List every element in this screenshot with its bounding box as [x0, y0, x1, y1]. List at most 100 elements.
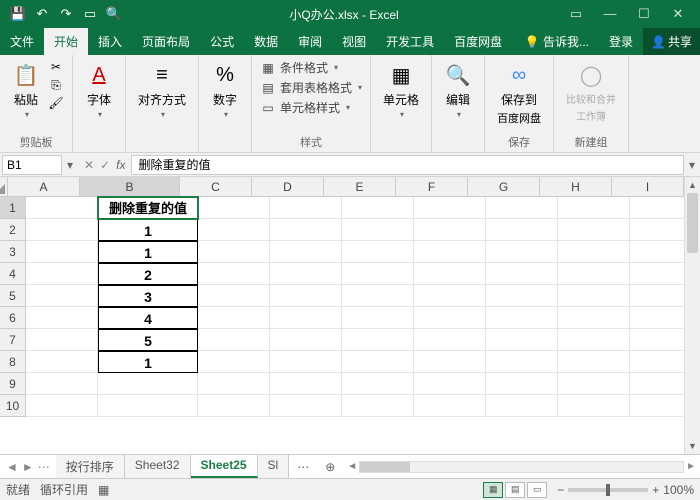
tab-review[interactable]: 审阅 — [288, 28, 332, 55]
cut-icon[interactable]: ✂ — [48, 59, 64, 75]
add-sheet-button[interactable]: ⊕ — [317, 460, 343, 474]
cell-F2[interactable] — [414, 219, 486, 241]
new-icon[interactable]: ▭ — [82, 6, 98, 22]
view-normal-button[interactable]: ▦ — [483, 482, 503, 498]
namebox-dropdown[interactable]: ▾ — [62, 158, 78, 172]
close-icon[interactable]: ✕ — [668, 6, 688, 22]
horizontal-scrollbar[interactable] — [359, 461, 684, 473]
cell-H5[interactable] — [558, 285, 630, 307]
cell-B3[interactable]: 1 — [98, 241, 198, 263]
cell-G3[interactable] — [486, 241, 558, 263]
cell-F10[interactable] — [414, 395, 486, 417]
cell-H7[interactable] — [558, 329, 630, 351]
tab-dev[interactable]: 开发工具 — [376, 28, 444, 55]
cell-C1[interactable] — [198, 197, 270, 219]
row-header-2[interactable]: 2 — [0, 219, 26, 241]
edit-button[interactable]: 🔍编辑▾ — [440, 59, 476, 121]
col-header-B[interactable]: B — [80, 177, 180, 197]
cell-C3[interactable] — [198, 241, 270, 263]
row-header-5[interactable]: 5 — [0, 285, 26, 307]
cell-I5[interactable] — [630, 285, 684, 307]
col-header-D[interactable]: D — [252, 177, 324, 197]
tell-me[interactable]: 💡 告诉我... — [515, 28, 599, 55]
cell-G2[interactable] — [486, 219, 558, 241]
cell-C2[interactable] — [198, 219, 270, 241]
cell-A7[interactable] — [26, 329, 98, 351]
row-header-6[interactable]: 6 — [0, 307, 26, 329]
col-header-A[interactable]: A — [8, 177, 80, 197]
cell-style-button[interactable]: ▭单元格样式▾ — [260, 99, 350, 116]
cell-E10[interactable] — [342, 395, 414, 417]
cell-I7[interactable] — [630, 329, 684, 351]
tab-formula[interactable]: 公式 — [200, 28, 244, 55]
hscroll-thumb[interactable] — [360, 462, 410, 472]
cell-G4[interactable] — [486, 263, 558, 285]
col-header-I[interactable]: I — [612, 177, 684, 197]
row-header-1[interactable]: 1 — [0, 197, 26, 219]
align-button[interactable]: ≡对齐方式▾ — [134, 59, 190, 121]
sheet-tab-Sl[interactable]: Sl — [258, 455, 290, 478]
col-header-H[interactable]: H — [540, 177, 612, 197]
cell-D7[interactable] — [270, 329, 342, 351]
cell-G1[interactable] — [486, 197, 558, 219]
col-header-E[interactable]: E — [324, 177, 396, 197]
cell-E8[interactable] — [342, 351, 414, 373]
cells-button[interactable]: ▦单元格▾ — [379, 59, 423, 121]
cell-I6[interactable] — [630, 307, 684, 329]
cell-C6[interactable] — [198, 307, 270, 329]
cell-D6[interactable] — [270, 307, 342, 329]
cell-F8[interactable] — [414, 351, 486, 373]
select-all-corner[interactable] — [0, 177, 8, 197]
cell-D8[interactable] — [270, 351, 342, 373]
cell-I1[interactable] — [630, 197, 684, 219]
cell-B9[interactable] — [98, 373, 198, 395]
cell-B1[interactable]: 删除重复的值 — [98, 197, 198, 219]
cell-A2[interactable] — [26, 219, 98, 241]
cell-H10[interactable] — [558, 395, 630, 417]
cell-E5[interactable] — [342, 285, 414, 307]
cell-E1[interactable] — [342, 197, 414, 219]
cell-I8[interactable] — [630, 351, 684, 373]
scroll-down-icon[interactable]: ▼ — [685, 438, 700, 454]
sheet-tab-Sheet25[interactable]: Sheet25 — [191, 455, 258, 478]
cell-E4[interactable] — [342, 263, 414, 285]
row-header-10[interactable]: 10 — [0, 395, 26, 417]
sheet-nav-prev-icon[interactable]: ◄ — [6, 460, 18, 474]
cell-C7[interactable] — [198, 329, 270, 351]
cell-E7[interactable] — [342, 329, 414, 351]
zoom-out-button[interactable]: − — [557, 483, 564, 497]
save-icon[interactable]: 💾 — [10, 6, 26, 22]
fx-icon[interactable]: fx — [116, 158, 125, 172]
cell-B2[interactable]: 1 — [98, 219, 198, 241]
cell-B8[interactable]: 1 — [98, 351, 198, 373]
view-layout-button[interactable]: ▤ — [505, 482, 525, 498]
cell-H2[interactable] — [558, 219, 630, 241]
cell-B4[interactable]: 2 — [98, 263, 198, 285]
redo-icon[interactable]: ↷ — [58, 6, 74, 22]
cell-A4[interactable] — [26, 263, 98, 285]
table-format-button[interactable]: ▤套用表格格式▾ — [260, 79, 362, 96]
cell-A9[interactable] — [26, 373, 98, 395]
col-header-F[interactable]: F — [396, 177, 468, 197]
cell-F3[interactable] — [414, 241, 486, 263]
tab-layout[interactable]: 页面布局 — [132, 28, 200, 55]
cell-D2[interactable] — [270, 219, 342, 241]
cell-H9[interactable] — [558, 373, 630, 395]
cell-H8[interactable] — [558, 351, 630, 373]
vertical-scrollbar[interactable]: ▲ ▼ — [684, 177, 700, 454]
hscroll-left-icon[interactable]: ◄ — [347, 461, 357, 472]
maximize-icon[interactable]: ☐ — [634, 6, 654, 22]
accept-formula-icon[interactable]: ✓ — [100, 158, 110, 172]
cell-D4[interactable] — [270, 263, 342, 285]
row-header-7[interactable]: 7 — [0, 329, 26, 351]
cell-A10[interactable] — [26, 395, 98, 417]
cell-C10[interactable] — [198, 395, 270, 417]
cell-A1[interactable] — [26, 197, 98, 219]
number-button[interactable]: %数字▾ — [207, 59, 243, 121]
cell-I2[interactable] — [630, 219, 684, 241]
preview-icon[interactable]: 🔍 — [106, 6, 122, 22]
cell-B6[interactable]: 4 — [98, 307, 198, 329]
cell-G7[interactable] — [486, 329, 558, 351]
cell-D10[interactable] — [270, 395, 342, 417]
cell-F6[interactable] — [414, 307, 486, 329]
